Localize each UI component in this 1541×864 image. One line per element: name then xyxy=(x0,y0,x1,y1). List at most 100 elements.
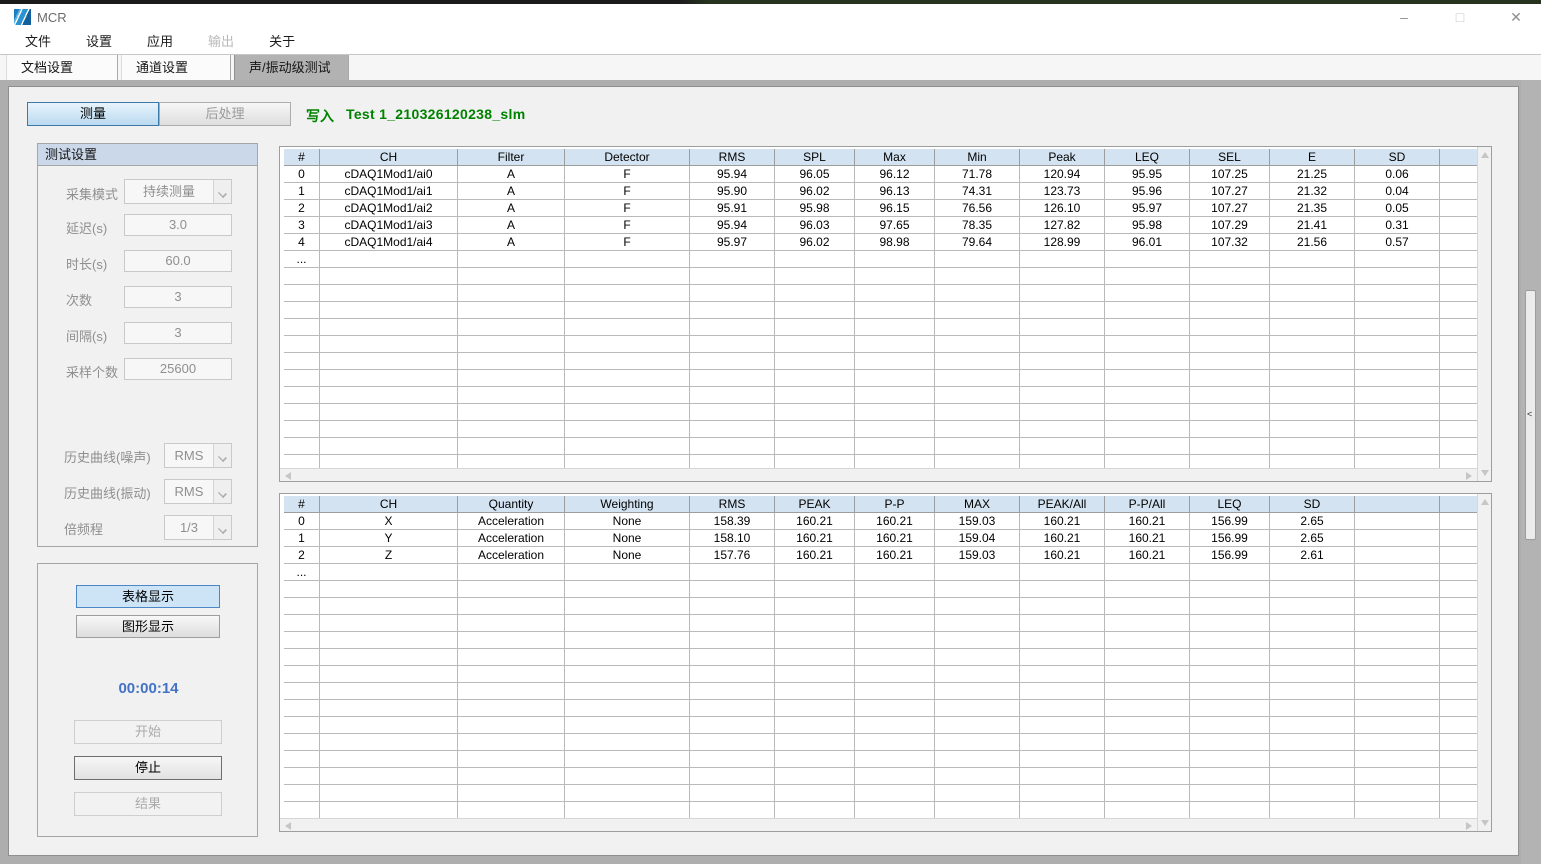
table-cell xyxy=(1440,370,1477,387)
table-cell xyxy=(1190,268,1270,285)
table-cell xyxy=(320,598,458,615)
history-curve-vibration-select[interactable]: RMS xyxy=(164,479,232,504)
table-cell xyxy=(1270,302,1355,319)
table-cell xyxy=(1020,615,1105,632)
scroll-up-icon[interactable] xyxy=(1481,499,1489,505)
table-cell xyxy=(1270,421,1355,438)
table-cell xyxy=(1270,717,1355,734)
table-cell xyxy=(1270,751,1355,768)
table-cell xyxy=(1355,455,1440,468)
table-cell xyxy=(458,802,565,818)
scroll-left-icon[interactable] xyxy=(285,822,291,830)
table-cell xyxy=(690,387,775,404)
table-display-button[interactable]: 表格显示 xyxy=(76,585,220,608)
chevron-down-icon[interactable] xyxy=(213,444,231,467)
table-cell xyxy=(458,734,565,751)
table-cell xyxy=(1020,683,1105,700)
duration-field[interactable]: 60.0 xyxy=(124,250,232,272)
table-cell xyxy=(320,768,458,785)
table-cell xyxy=(1020,404,1105,421)
postprocess-mode-button[interactable]: 后处理 xyxy=(159,102,291,126)
table-cell xyxy=(1105,615,1190,632)
acquisition-mode-select[interactable]: 持续测量 xyxy=(124,179,232,204)
chevron-down-icon[interactable] xyxy=(213,180,231,203)
graph-display-button[interactable]: 图形显示 xyxy=(76,615,220,638)
minimize-button[interactable]: – xyxy=(1391,4,1417,30)
table-cell xyxy=(1270,455,1355,468)
scroll-up-icon[interactable] xyxy=(1481,152,1489,158)
table-row xyxy=(284,683,1477,700)
table-cell xyxy=(1355,700,1440,717)
table-cell xyxy=(284,370,320,387)
table-cell xyxy=(1020,285,1105,302)
table-cell xyxy=(284,683,320,700)
scroll-down-icon[interactable] xyxy=(1481,470,1489,476)
vibration-table-vscrollbar[interactable] xyxy=(1477,494,1491,831)
tab-sound-vibration-test[interactable]: 声/振动级测试 xyxy=(234,55,349,81)
sample-count-field[interactable]: 25600 xyxy=(124,358,232,380)
table-cell xyxy=(458,717,565,734)
octave-select[interactable]: 1/3 xyxy=(164,515,232,540)
table-cell xyxy=(1355,751,1440,768)
table-cell: 159.03 xyxy=(935,547,1020,564)
column-header xyxy=(1440,149,1477,166)
menu-apply[interactable]: 应用 xyxy=(135,30,185,54)
panel-collapse-splitter[interactable]: < xyxy=(1525,290,1536,540)
tab-document-settings[interactable]: 文档设置 xyxy=(6,55,118,81)
delay-field[interactable]: 3.0 xyxy=(124,214,232,236)
table-cell xyxy=(565,785,690,802)
close-button[interactable]: ✕ xyxy=(1503,4,1529,30)
stop-button[interactable]: 停止 xyxy=(74,756,222,780)
table-cell: A xyxy=(458,200,565,217)
table-cell: Acceleration xyxy=(458,530,565,547)
table-cell: 156.99 xyxy=(1190,547,1270,564)
scroll-right-icon[interactable] xyxy=(1466,472,1472,480)
scroll-down-icon[interactable] xyxy=(1481,820,1489,826)
table-cell: 159.03 xyxy=(935,513,1020,530)
scroll-right-icon[interactable] xyxy=(1466,822,1472,830)
start-button[interactable]: 开始 xyxy=(74,720,222,744)
menu-settings[interactable]: 设置 xyxy=(74,30,124,54)
table-cell xyxy=(775,336,855,353)
chevron-down-icon[interactable] xyxy=(213,480,231,503)
table-cell: 79.64 xyxy=(935,234,1020,251)
table-cell: 96.02 xyxy=(775,234,855,251)
table-cell: 160.21 xyxy=(855,513,935,530)
table-cell: None xyxy=(565,530,690,547)
count-field[interactable]: 3 xyxy=(124,286,232,308)
table-cell xyxy=(320,666,458,683)
noise-table-vscrollbar[interactable] xyxy=(1477,147,1491,481)
table-cell xyxy=(1440,353,1477,370)
scroll-left-icon[interactable] xyxy=(285,472,291,480)
measure-mode-button[interactable]: 测量 xyxy=(27,102,159,126)
history-curve-noise-select[interactable]: RMS xyxy=(164,443,232,468)
table-cell xyxy=(1270,564,1355,581)
table-row xyxy=(284,666,1477,683)
table-cell xyxy=(1270,785,1355,802)
table-cell xyxy=(775,564,855,581)
table-cell xyxy=(855,319,935,336)
menu-file[interactable]: 文件 xyxy=(13,30,63,54)
table-cell xyxy=(458,751,565,768)
result-button[interactable]: 结果 xyxy=(74,792,222,816)
menu-output[interactable]: 输出 xyxy=(196,30,246,54)
table-cell: Acceleration xyxy=(458,513,565,530)
table-cell xyxy=(690,404,775,421)
vibration-table-hscrollbar[interactable] xyxy=(280,818,1477,831)
table-row xyxy=(284,615,1477,632)
table-cell xyxy=(775,370,855,387)
menu-about[interactable]: 关于 xyxy=(257,30,307,54)
table-cell xyxy=(1190,581,1270,598)
interval-field[interactable]: 3 xyxy=(124,322,232,344)
table-cell xyxy=(1190,319,1270,336)
table-cell xyxy=(1105,683,1190,700)
table-cell xyxy=(690,564,775,581)
table-row xyxy=(284,598,1477,615)
maximize-button[interactable]: □ xyxy=(1447,4,1473,30)
table-cell xyxy=(690,438,775,455)
table-cell xyxy=(1020,353,1105,370)
tab-channel-settings[interactable]: 通道设置 xyxy=(121,55,231,81)
table-cell xyxy=(690,581,775,598)
chevron-down-icon[interactable] xyxy=(213,516,231,539)
noise-table-hscrollbar[interactable] xyxy=(280,468,1477,481)
